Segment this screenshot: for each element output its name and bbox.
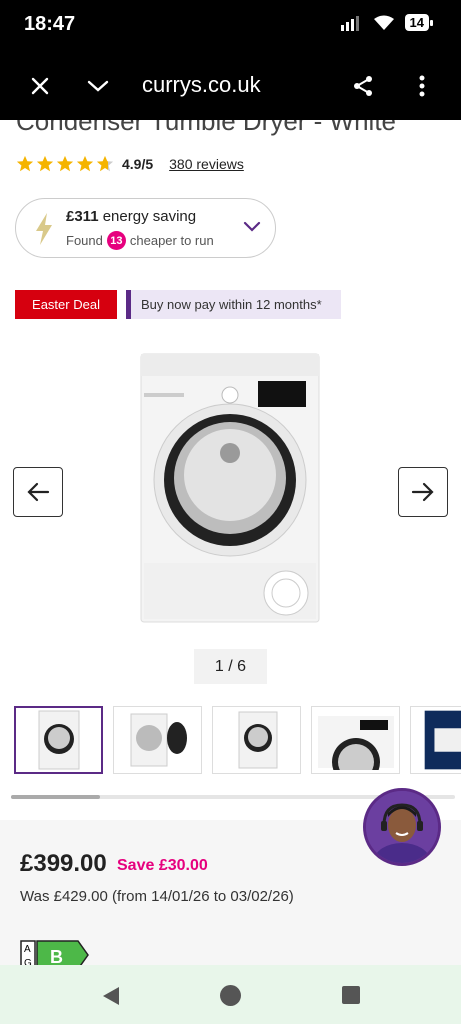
thumbnail-4[interactable] xyxy=(311,706,400,774)
rating-row: 4.9/5 380 reviews xyxy=(16,155,244,173)
lightning-bolt-icon xyxy=(36,213,52,245)
bnpl-tag[interactable]: Buy now pay within 12 months* xyxy=(126,290,341,319)
current-price: £399.00 xyxy=(20,850,107,877)
status-time: 18:47 xyxy=(24,13,76,35)
reviews-link[interactable]: 380 reviews xyxy=(169,156,244,172)
energy-rating-label[interactable]: A G B xyxy=(20,940,90,965)
half-star-icon xyxy=(96,155,114,172)
close-icon xyxy=(31,77,49,95)
rating-value: 4.9/5 xyxy=(122,156,154,172)
url-text[interactable]: currys.co.uk xyxy=(142,72,261,98)
energy-class: B xyxy=(50,947,63,965)
system-navigation-bar xyxy=(0,965,461,1024)
energy-saving-card[interactable]: £311 energy saving Found 13 cheaper to r… xyxy=(15,198,276,258)
more-options-button[interactable] xyxy=(406,70,438,102)
thumbnail-2[interactable] xyxy=(113,706,202,774)
energy-scale-top: A xyxy=(24,944,31,955)
star-icon xyxy=(16,155,34,172)
star-icon xyxy=(56,155,74,172)
browser-toolbar: currys.co.uk xyxy=(0,52,461,120)
dryer-open-thumbnail xyxy=(130,713,187,767)
save-amount: Save £30.00 xyxy=(117,857,208,874)
signal-icon xyxy=(340,15,359,31)
cheaper-text: cheaper to run xyxy=(129,233,214,248)
thumbnail-3[interactable] xyxy=(212,706,301,774)
close-tab-button[interactable] xyxy=(24,70,56,102)
thumbnail-5[interactable] xyxy=(410,706,461,774)
share-icon xyxy=(354,76,372,96)
wifi-icon xyxy=(373,15,394,30)
arrow-right-icon xyxy=(411,482,434,502)
thumbnail-1[interactable] xyxy=(14,706,103,774)
arrow-left-icon xyxy=(27,482,50,502)
chevron-down-icon xyxy=(87,80,109,92)
minimize-button[interactable] xyxy=(82,70,114,102)
promo-thumbnail xyxy=(424,710,461,770)
energy-saving-text: energy saving xyxy=(102,208,197,225)
home-button[interactable] xyxy=(220,985,241,1006)
page-content: Condenser Tumble Dryer - White 4.9/5 380… xyxy=(0,120,461,965)
recent-apps-button[interactable] xyxy=(342,986,360,1004)
status-icons: 14 xyxy=(340,14,434,31)
was-price: Was £429.00 (from 14/01/26 to 03/02/26) xyxy=(20,888,294,905)
thumbnail-strip xyxy=(14,706,461,774)
image-counter: 1 / 6 xyxy=(194,649,267,684)
thumbnail-scrollbar-thumb[interactable] xyxy=(11,795,100,799)
cheaper-to-run-line: Found 13 cheaper to run xyxy=(66,231,214,250)
energy-saving-line: £311 energy saving xyxy=(66,208,196,225)
share-button[interactable] xyxy=(347,70,379,102)
chevron-down-icon xyxy=(243,221,261,232)
dryer-detail-thumbnail xyxy=(317,716,394,770)
person-avatar-icon xyxy=(366,791,438,863)
status-bar: 18:47 14 xyxy=(0,0,461,52)
back-icon[interactable] xyxy=(101,985,121,1007)
battery-indicator: 14 xyxy=(404,14,434,31)
dryer-angle-thumbnail xyxy=(238,711,277,769)
easter-deal-tag[interactable]: Easter Deal xyxy=(15,290,117,319)
energy-saving-amount: £311 xyxy=(66,208,99,225)
energy-scale-bottom: G xyxy=(24,958,32,965)
cheaper-count-badge: 13 xyxy=(106,231,126,250)
star-icon xyxy=(36,155,54,172)
product-title: Condenser Tumble Dryer - White xyxy=(16,120,397,136)
next-image-button[interactable] xyxy=(398,467,448,517)
star-icon xyxy=(76,155,94,172)
more-vertical-icon xyxy=(419,75,425,97)
product-image[interactable] xyxy=(140,353,320,623)
chat-assistant-avatar[interactable] xyxy=(363,788,441,866)
found-text: Found xyxy=(66,233,103,248)
previous-image-button[interactable] xyxy=(13,467,63,517)
dryer-front-thumbnail xyxy=(38,710,79,770)
